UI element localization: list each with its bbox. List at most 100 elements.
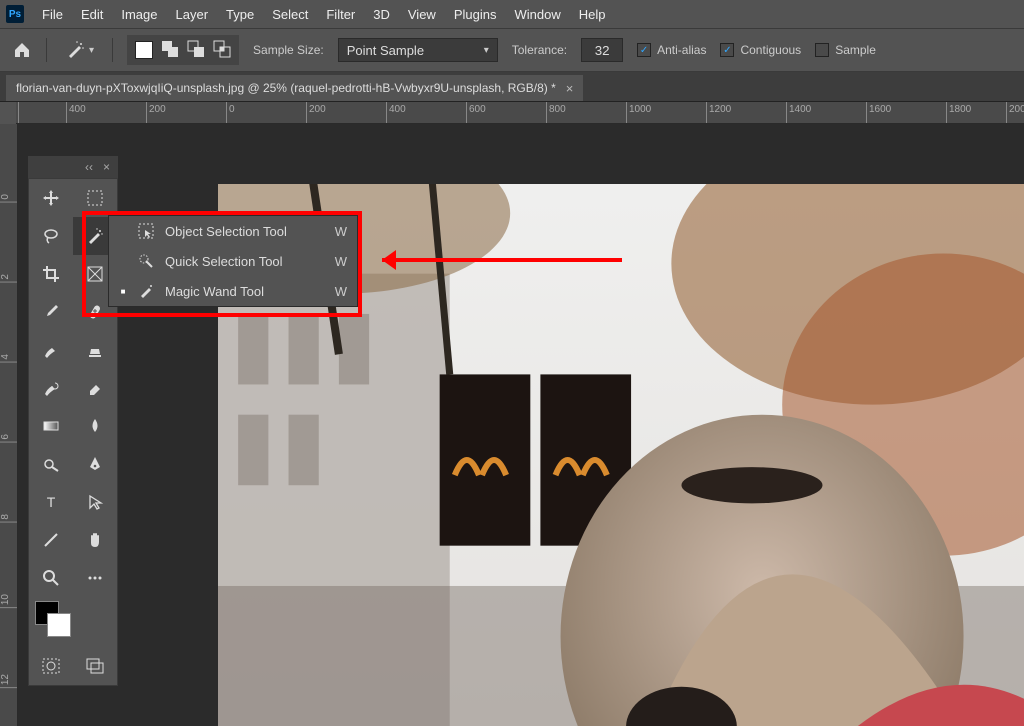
eraser-tool[interactable] <box>73 369 117 407</box>
menu-help[interactable]: Help <box>579 7 606 22</box>
document-tab[interactable]: florian-van-duyn-pXToxwjqIiQ-unsplash.jp… <box>6 75 583 101</box>
divider <box>112 38 113 62</box>
menu-select[interactable]: Select <box>272 7 308 22</box>
menu-bar: Ps File Edit Image Layer Type Select Fil… <box>0 0 1024 28</box>
ruler-tick: 0 <box>226 102 235 123</box>
selection-tool-flyout: Object Selection Tool W Quick Selection … <box>108 215 358 307</box>
collapse-icon[interactable]: ‹‹ <box>85 160 93 174</box>
toolbox-header: ‹‹ × <box>28 156 118 178</box>
toolbox: T <box>28 178 118 686</box>
ruler-tick: 200 <box>146 102 166 123</box>
subtract-from-selection-icon[interactable] <box>187 40 205 61</box>
ruler-tick: 6 <box>0 434 17 443</box>
screen-mode-tool[interactable] <box>73 647 117 685</box>
vertical-ruler: 0 2 4 6 8 10 12 <box>0 124 18 726</box>
ruler-tick: 2 <box>0 274 17 283</box>
clone-stamp-tool[interactable] <box>73 331 117 369</box>
photoshop-logo-icon: Ps <box>6 5 24 23</box>
brush-tool[interactable] <box>29 331 73 369</box>
edit-toolbar[interactable] <box>73 559 117 597</box>
ruler-tick: 600 <box>466 102 486 123</box>
flyout-magic-wand[interactable]: ■ Magic Wand Tool W <box>109 276 357 306</box>
menu-edit[interactable]: Edit <box>81 7 103 22</box>
divider <box>46 38 47 62</box>
history-brush-tool[interactable] <box>29 369 73 407</box>
dodge-tool[interactable] <box>29 445 73 483</box>
sample-size-value: Point Sample <box>347 43 424 58</box>
sample-size-label: Sample Size: <box>253 43 324 57</box>
line-tool[interactable] <box>29 521 73 559</box>
quick-mask-tool[interactable] <box>29 647 73 685</box>
menu-view[interactable]: View <box>408 7 436 22</box>
flyout-shortcut: W <box>335 254 347 269</box>
ruler-tick: 400 <box>386 102 406 123</box>
crop-tool[interactable] <box>29 255 73 293</box>
anti-alias-checkbox[interactable]: Anti-alias <box>637 43 706 57</box>
document-title: florian-van-duyn-pXToxwjqIiQ-unsplash.jp… <box>16 81 556 95</box>
blur-tool[interactable] <box>73 407 117 445</box>
menu-file[interactable]: File <box>42 7 63 22</box>
menu-filter[interactable]: Filter <box>326 7 355 22</box>
contiguous-checkbox[interactable]: Contiguous <box>720 43 801 57</box>
pen-tool[interactable] <box>73 445 117 483</box>
add-to-selection-icon[interactable] <box>161 40 179 61</box>
menu-plugins[interactable]: Plugins <box>454 7 497 22</box>
background-swatch[interactable] <box>47 613 71 637</box>
hand-tool[interactable] <box>73 521 117 559</box>
gradient-tool[interactable] <box>29 407 73 445</box>
magic-wand-icon <box>137 283 155 299</box>
type-tool[interactable]: T <box>29 483 73 521</box>
new-selection-icon[interactable] <box>135 41 153 59</box>
ruler-tick: 800 <box>546 102 566 123</box>
lasso-tool[interactable] <box>29 217 73 255</box>
close-icon[interactable]: × <box>103 160 110 174</box>
sample-all-layers-checkbox[interactable]: Sample <box>815 43 876 57</box>
move-tool[interactable] <box>29 179 73 217</box>
ruler-tick <box>18 102 21 123</box>
ruler-tick: 10 <box>0 594 17 608</box>
ruler-tick: 1800 <box>946 102 971 123</box>
marquee-tool[interactable] <box>73 179 117 217</box>
eyedropper-tool[interactable] <box>29 293 73 331</box>
ruler-tick: 1000 <box>626 102 651 123</box>
horizontal-ruler: 400 200 0 200 400 600 800 1000 1200 1400… <box>16 102 1024 124</box>
swap-colors-icon[interactable] <box>73 597 117 635</box>
ruler-tick: 2000 <box>1006 102 1024 123</box>
ruler-tick: 8 <box>0 514 17 523</box>
flyout-label: Magic Wand Tool <box>165 284 264 299</box>
ruler-tick: 4 <box>0 354 17 363</box>
menu-type[interactable]: Type <box>226 7 254 22</box>
home-icon[interactable] <box>12 40 32 60</box>
document-tab-strip: florian-van-duyn-pXToxwjqIiQ-unsplash.jp… <box>0 72 1024 102</box>
ruler-tick: 0 <box>0 194 17 203</box>
flyout-label: Quick Selection Tool <box>165 254 283 269</box>
foreground-background-colors[interactable] <box>29 597 73 647</box>
flyout-shortcut: W <box>335 284 347 299</box>
svg-text:T: T <box>47 494 56 510</box>
zoom-tool[interactable] <box>29 559 73 597</box>
object-selection-icon <box>137 223 155 239</box>
chevron-down-icon: ▾ <box>484 45 489 56</box>
path-selection-tool[interactable] <box>73 483 117 521</box>
current-tool-magic-wand[interactable]: ▾ <box>61 38 98 62</box>
close-tab-icon[interactable]: × <box>566 81 574 96</box>
flyout-quick-selection[interactable]: Quick Selection Tool W <box>109 246 357 276</box>
options-bar: ▾ Sample Size: Point Sample ▾ Tolerance:… <box>0 28 1024 72</box>
sample-size-dropdown[interactable]: Point Sample ▾ <box>338 38 498 62</box>
flyout-object-selection[interactable]: Object Selection Tool W <box>109 216 357 246</box>
menu-window[interactable]: Window <box>514 7 560 22</box>
menu-layer[interactable]: Layer <box>176 7 209 22</box>
tolerance-input[interactable] <box>581 38 623 62</box>
flyout-shortcut: W <box>335 224 347 239</box>
chevron-down-icon: ▾ <box>89 45 94 56</box>
ruler-tick: 1400 <box>786 102 811 123</box>
intersect-selection-icon[interactable] <box>213 40 231 61</box>
quick-selection-icon <box>137 253 155 269</box>
ruler-tick: 200 <box>306 102 326 123</box>
ruler-tick: 400 <box>66 102 86 123</box>
tolerance-label: Tolerance: <box>512 43 567 57</box>
menu-image[interactable]: Image <box>121 7 157 22</box>
menu-3d[interactable]: 3D <box>373 7 390 22</box>
toolbox-panel: ‹‹ × T <box>28 156 118 686</box>
ruler-tick: 12 <box>0 674 17 688</box>
